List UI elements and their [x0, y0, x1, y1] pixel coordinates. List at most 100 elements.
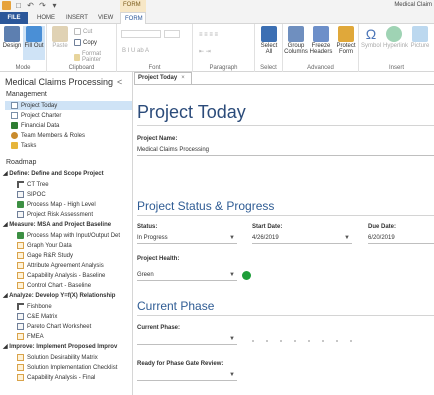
chart-icon: [17, 354, 24, 361]
tree-icon: [17, 181, 24, 188]
group-columns-button[interactable]: Group Columns: [284, 26, 308, 60]
sidebar-item-process-map-high-level[interactable]: Process Map - High Level: [17, 200, 96, 209]
fill-out-icon: [26, 26, 42, 42]
sidebar-item-attribute-agreement[interactable]: Attribute Agreement Analysis: [17, 261, 104, 270]
current-phase-label: Current Phase:: [137, 325, 181, 331]
sidebar-item-sipoc[interactable]: SIPOC: [17, 190, 46, 199]
due-date-picker[interactable]: 6/20/2019: [368, 233, 434, 244]
copy-icon: [74, 39, 81, 46]
design-button[interactable]: Design: [1, 26, 23, 60]
phase-gate-select[interactable]: ▼: [137, 370, 237, 381]
sidebar-title: Medical Claims Processing: [5, 77, 114, 87]
sidebar-item-ct-tree[interactable]: CT Tree: [17, 180, 49, 189]
tab-home[interactable]: HOME: [33, 12, 59, 24]
fill-out-button[interactable]: Fill Out: [23, 26, 45, 60]
section-management: Management: [6, 91, 47, 98]
group-paragraph: ≡ ≡ ≡ ≡ ⇤ ⇥ Paragraph: [193, 24, 255, 72]
sidebar-item-pareto-worksheet[interactable]: Pareto Chart Worksheet: [17, 322, 91, 331]
omega-icon: Ω: [365, 26, 377, 42]
current-phase-select[interactable]: ▼: [137, 334, 237, 345]
sidebar-item-financial-data[interactable]: Financial Data: [11, 121, 59, 130]
phase-step-dot: [294, 340, 296, 342]
customize-qat-icon[interactable]: ▾: [50, 1, 59, 10]
sidebar-item-fmea[interactable]: FMEA: [17, 332, 44, 341]
copy-button[interactable]: Copy: [74, 39, 97, 46]
sidebar-item-capability-baseline[interactable]: Capability Analysis - Baseline: [17, 271, 105, 280]
sidebar-item-gage-rr[interactable]: Gage R&R Study: [17, 251, 73, 260]
title-divider: [137, 125, 434, 126]
phase-section-title: Current Phase: [137, 299, 215, 313]
start-date-picker[interactable]: 4/26/2019 ▼: [252, 233, 352, 244]
cut-button[interactable]: Cut: [74, 28, 92, 35]
symbol-button[interactable]: Ω Symbol: [360, 26, 382, 60]
phase-improve[interactable]: ◢ Improve: Implement Proposed Improv: [3, 343, 117, 350]
group-clipboard: Paste Cut Copy Format Painter Clipboard: [47, 24, 117, 72]
hyperlink-button[interactable]: Hyperlink: [383, 26, 408, 60]
sidebar-item-solution-checklist[interactable]: Solution Implementation Checklist: [17, 363, 117, 372]
document-tab[interactable]: Project Today ×: [134, 72, 192, 84]
status-divider: [137, 215, 434, 216]
page-title: Project Today: [137, 102, 246, 122]
sidebar-item-control-chart-baseline[interactable]: Control Chart - Baseline: [17, 281, 91, 290]
project-health-select[interactable]: Green ▼: [137, 270, 237, 281]
quick-access-toolbar: □ ↶ ↷ ▾: [2, 1, 59, 10]
save-icon[interactable]: □: [14, 1, 23, 10]
sidebar-item-project-today[interactable]: Project Today: [5, 101, 132, 110]
phase-define[interactable]: ◢ Define: Define and Scope Project: [3, 170, 104, 177]
picture-button[interactable]: Picture: [409, 26, 431, 60]
scissors-icon: [74, 28, 81, 35]
sidebar-item-graph-your-data[interactable]: Graph Your Data: [17, 241, 72, 250]
phase-measure[interactable]: ◢ Measure: MSA and Project Baseline: [3, 221, 111, 228]
chart-icon: [17, 333, 24, 340]
undo-icon[interactable]: ↶: [26, 1, 35, 10]
globe-icon: [386, 26, 402, 42]
group-font: B I U ab A Font: [117, 24, 193, 72]
group-label-mode: Mode: [15, 65, 31, 71]
sidebar-item-solution-desirability[interactable]: Solution Desirability Matrix: [17, 353, 98, 362]
list-buttons[interactable]: ≡ ≡ ≡ ≡: [199, 32, 218, 38]
group-advanced: Group Columns Freeze Headers Protect For…: [283, 24, 359, 72]
phase-step-dot: [308, 340, 310, 342]
sidebar-item-team-members[interactable]: Team Members & Roles: [11, 131, 85, 140]
format-painter-button[interactable]: Format Painter: [74, 51, 116, 63]
group-select: Select All Select: [255, 24, 283, 72]
sidebar-item-project-charter[interactable]: Project Charter: [11, 111, 61, 120]
tab-form[interactable]: FORM: [120, 12, 146, 24]
freeze-headers-button[interactable]: Freeze Headers: [309, 26, 333, 60]
sidebar-item-fishbone[interactable]: Fishbone: [17, 302, 52, 311]
phase-analyze[interactable]: ◢ Analyze: Develop Y=f(X) Relationship: [3, 292, 115, 299]
select-all-button[interactable]: Select All: [258, 26, 280, 60]
tab-file[interactable]: FILE: [0, 12, 28, 24]
phase-step-dot: [252, 340, 254, 342]
close-tab-icon[interactable]: ×: [181, 75, 185, 81]
collapse-sidebar-button[interactable]: <: [117, 77, 122, 87]
document-tab-label: Project Today: [138, 75, 178, 81]
sidebar-item-project-risk-assessment[interactable]: Project Risk Assessment: [17, 210, 93, 219]
phase-gate-label: Ready for Phase Gate Review:: [137, 361, 224, 367]
sidebar-item-tasks[interactable]: Tasks: [11, 141, 36, 150]
status-select[interactable]: In Progress ▼: [137, 233, 237, 244]
group-columns-icon: [288, 26, 304, 42]
ribbon: Design Fill Out Mode Paste Cut Copy Form…: [0, 24, 434, 72]
paste-button[interactable]: Paste: [49, 26, 71, 60]
title-bar: □ ↶ ↷ ▾ FORM Medical Claim: [0, 0, 434, 12]
group-label-paragraph: Paragraph: [209, 65, 238, 71]
sidebar-item-process-map-io[interactable]: Process Map with Input/Output Det: [17, 231, 120, 240]
document-icon: [17, 323, 24, 330]
status-section-title: Project Status & Progress: [137, 199, 275, 213]
tab-view[interactable]: VIEW: [94, 12, 117, 24]
calendar-dropdown-icon: ▼: [344, 235, 350, 241]
project-name-input[interactable]: Medical Claims Processing: [137, 145, 434, 156]
font-format-buttons[interactable]: B I U ab A: [122, 48, 149, 54]
sidebar-item-capability-final[interactable]: Capability Analysis - Final: [17, 373, 95, 382]
font-family-select[interactable]: [121, 30, 161, 38]
font-size-select[interactable]: [164, 30, 180, 38]
phase-step-dot: [336, 340, 338, 342]
sidebar-item-ce-matrix[interactable]: C&E Matrix: [17, 312, 57, 321]
document-icon: [17, 211, 24, 218]
protect-form-button[interactable]: Protect Form: [334, 26, 358, 60]
redo-icon[interactable]: ↷: [38, 1, 47, 10]
group-mode: Design Fill Out Mode: [0, 24, 47, 72]
indent-buttons[interactable]: ⇤ ⇥: [199, 48, 211, 55]
tab-insert[interactable]: INSERT: [62, 12, 92, 24]
